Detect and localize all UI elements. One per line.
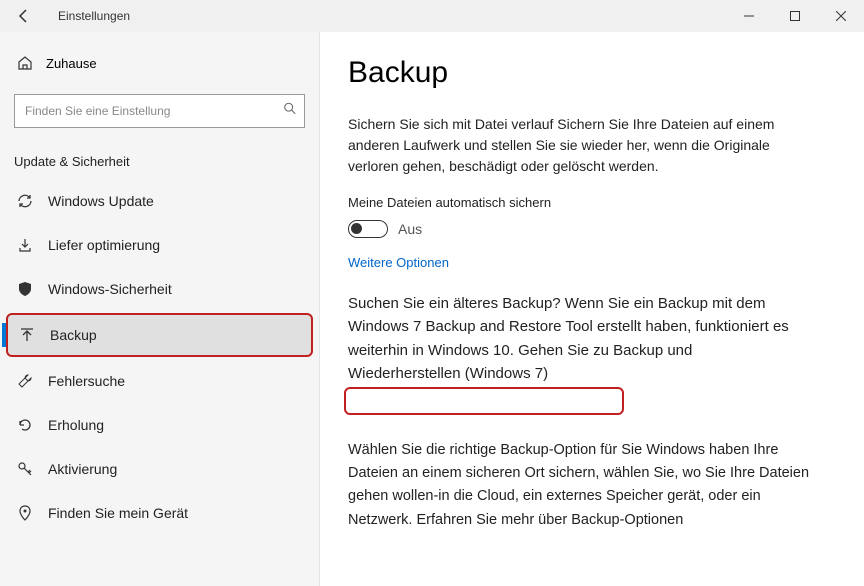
toggle-knob	[351, 223, 362, 234]
nav-label: Windows Update	[48, 193, 154, 209]
content-area: Zuhause Update & Sicherheit Windows Upda…	[0, 32, 864, 586]
main-panel: Backup Sichern Sie sich mit Datei verlau…	[320, 32, 864, 586]
nav-activation[interactable]: Aktivierung	[0, 447, 319, 491]
nav-windows-update[interactable]: Windows Update	[0, 179, 319, 223]
auto-backup-label: Meine Dateien automatisch sichern	[348, 195, 836, 210]
nav-label: Fehlersuche	[48, 373, 125, 389]
home-icon	[16, 54, 34, 72]
nav-label: Liefer optimierung	[48, 237, 160, 253]
nav-windows-security[interactable]: Windows-Sicherheit	[0, 267, 319, 311]
page-title: Backup	[348, 56, 836, 90]
intro-paragraph: Sichern Sie sich mit Datei verlauf Siche…	[348, 114, 808, 177]
minimize-button[interactable]	[726, 0, 772, 32]
nav-troubleshoot[interactable]: Fehlersuche	[0, 359, 319, 403]
location-icon	[16, 504, 34, 522]
window-controls	[726, 0, 864, 32]
nav-delivery-optimization[interactable]: Liefer optimierung	[0, 223, 319, 267]
arrow-left-icon	[16, 8, 32, 24]
nav-label: Windows-Sicherheit	[48, 281, 172, 297]
home-label: Zuhause	[46, 56, 97, 71]
choose-option-paragraph: Wählen Sie die richtige Backup-Option fü…	[348, 439, 828, 532]
download-icon	[16, 236, 34, 254]
search-wrap	[14, 94, 305, 128]
toggle-state-label: Aus	[398, 221, 422, 237]
auto-backup-toggle[interactable]	[348, 220, 388, 238]
window-title: Einstellungen	[58, 9, 130, 23]
maximize-icon	[790, 11, 800, 21]
back-button[interactable]	[0, 0, 48, 32]
close-icon	[836, 11, 846, 21]
shield-icon	[16, 280, 34, 298]
more-options-link[interactable]: Weitere Optionen	[348, 255, 449, 270]
section-header: Update & Sicherheit	[0, 140, 319, 179]
maximize-button[interactable]	[772, 0, 818, 32]
search-input[interactable]	[14, 94, 305, 128]
search-icon	[283, 102, 297, 121]
nav-find-my-device[interactable]: Finden Sie mein Gerät	[0, 491, 319, 535]
sync-icon	[16, 192, 34, 210]
close-button[interactable]	[818, 0, 864, 32]
sidebar: Zuhause Update & Sicherheit Windows Upda…	[0, 32, 320, 586]
recovery-icon	[16, 416, 34, 434]
wrench-icon	[16, 372, 34, 390]
titlebar: Einstellungen	[0, 0, 864, 32]
nav-label: Finden Sie mein Gerät	[48, 505, 188, 521]
nav-recovery[interactable]: Erholung	[0, 403, 319, 447]
minimize-icon	[744, 11, 754, 21]
older-backup-paragraph: Suchen Sie ein älteres Backup? Wenn Sie …	[348, 292, 808, 385]
toggle-row: Aus	[348, 220, 836, 238]
home-nav[interactable]: Zuhause	[0, 44, 319, 82]
highlight-box	[344, 387, 624, 415]
backup-icon	[18, 326, 36, 344]
nav-label: Erholung	[48, 417, 104, 433]
nav-label: Aktivierung	[48, 461, 117, 477]
nav-backup[interactable]: Backup	[6, 313, 313, 357]
nav-label: Backup	[50, 327, 97, 343]
key-icon	[16, 460, 34, 478]
